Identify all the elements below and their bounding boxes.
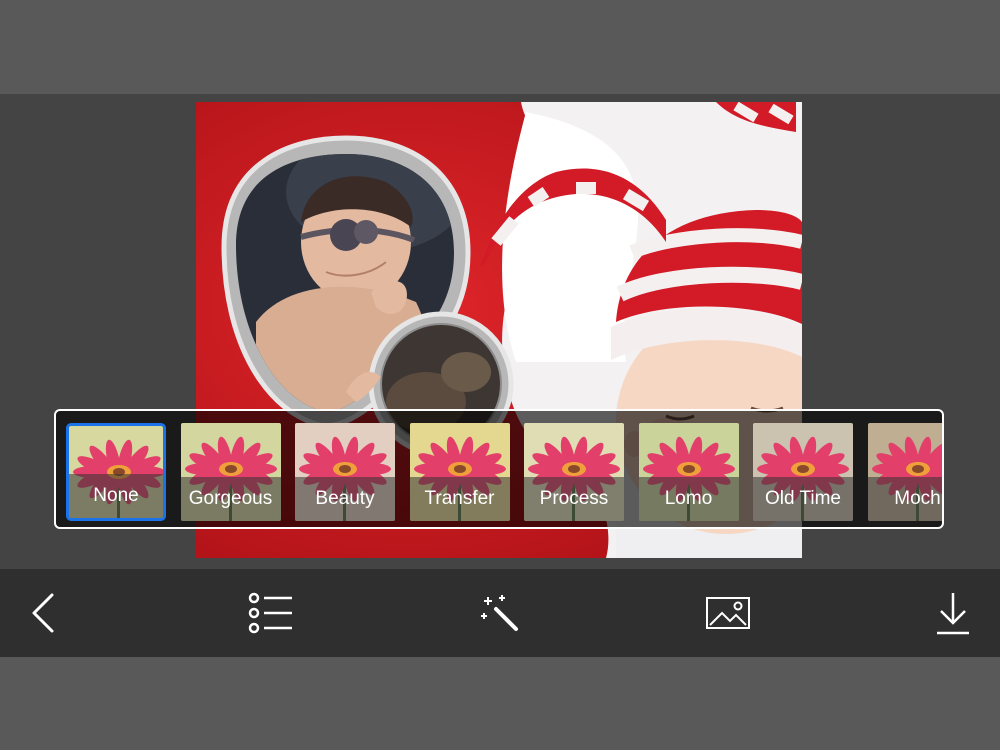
download-icon — [937, 593, 969, 635]
filter-thumbnail[interactable]: Moch — [867, 423, 942, 521]
filter-label: Transfer — [409, 477, 510, 521]
top-bar — [0, 0, 1000, 94]
magic-wand-button[interactable] — [474, 587, 526, 639]
filter-thumbnail[interactable]: Transfer — [409, 423, 510, 521]
filter-label: Moch — [867, 477, 942, 521]
list-button[interactable] — [244, 587, 296, 639]
filter-thumbnail[interactable]: Old Time — [753, 423, 853, 521]
filter-label: Process — [524, 477, 624, 521]
download-button[interactable] — [927, 587, 979, 639]
chevron-left-icon — [32, 593, 54, 633]
back-button[interactable] — [18, 587, 70, 639]
filter-label: Gorgeous — [180, 477, 281, 521]
bottom-bar — [0, 657, 1000, 750]
filter-thumbnail[interactable]: Gorgeous — [180, 423, 281, 521]
filter-label: None — [69, 474, 163, 518]
filter-label: Lomo — [638, 477, 739, 521]
bottom-toolbar — [0, 569, 1000, 657]
filter-label: Old Time — [753, 477, 853, 521]
filter-thumbnail[interactable]: None — [66, 423, 166, 521]
filter-label: Beauty — [295, 477, 395, 521]
filter-thumbnail[interactable]: Lomo — [638, 423, 739, 521]
magic-wand-icon — [481, 595, 518, 631]
image-icon — [706, 597, 750, 629]
photo-button[interactable] — [702, 587, 754, 639]
list-icon — [248, 592, 292, 634]
filter-strip[interactable]: None Gorgeous Beauty Transfer Process Lo… — [54, 409, 944, 529]
filter-thumbnail[interactable]: Beauty — [295, 423, 395, 521]
filter-thumbnail[interactable]: Process — [524, 423, 624, 521]
